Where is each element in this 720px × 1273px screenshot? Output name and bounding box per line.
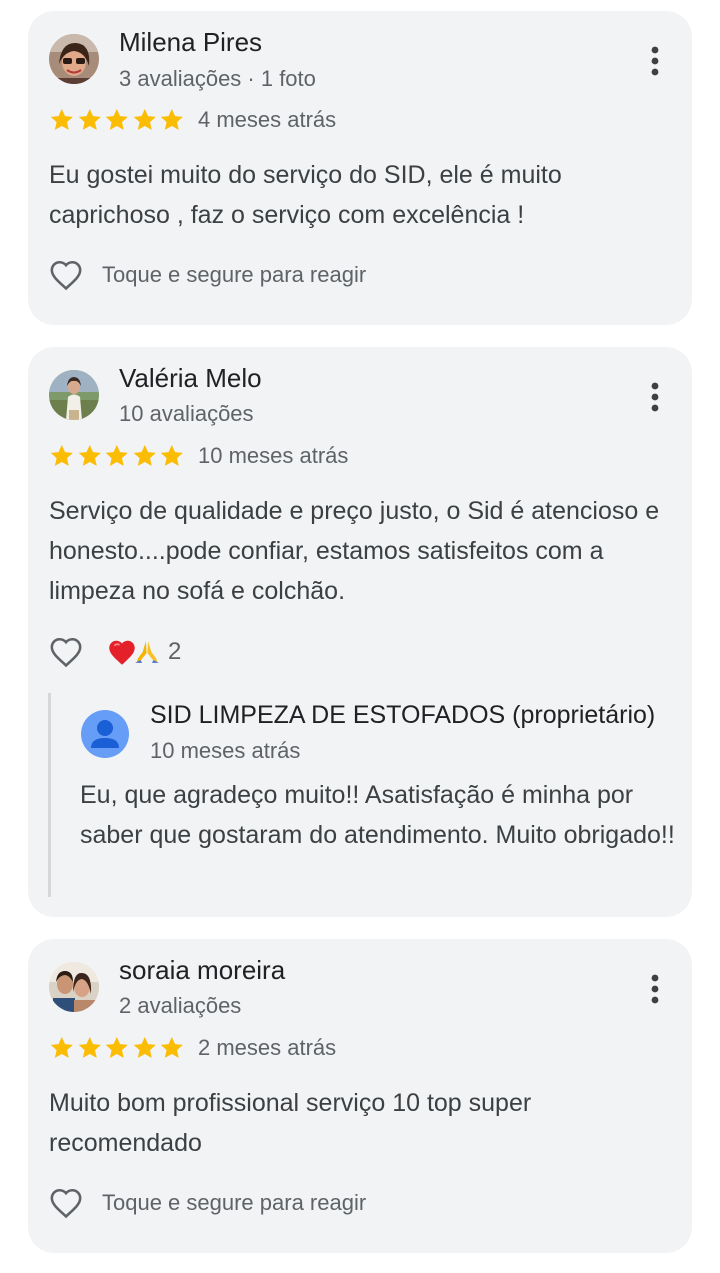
- more-vert-icon: [651, 382, 659, 412]
- review-text: Eu gostei muito do serviço do SID, ele é…: [49, 161, 562, 229]
- heart-outline-icon: [50, 637, 82, 668]
- review-text: Muito bom profissional serviço 10 top su…: [49, 1089, 532, 1157]
- reaction-row: Toque e segure para reagir: [48, 257, 366, 293]
- review-text: Serviço de qualidade e preço justo, o Si…: [49, 497, 660, 605]
- more-options-button[interactable]: [640, 967, 670, 1011]
- reaction-row: 2: [48, 634, 181, 670]
- star-rating: [48, 1035, 186, 1061]
- reviewer-avatar[interactable]: [49, 962, 99, 1012]
- star-icon: [161, 108, 184, 130]
- review-card: Valéria Melo 10 avaliações 10 meses atrá…: [28, 347, 692, 917]
- reviewer-meta: 3 avaliações · 1 foto: [119, 66, 316, 91]
- star-icon: [50, 108, 73, 130]
- review-card: soraia moreira 2 avaliações 2 meses atrá…: [28, 939, 692, 1253]
- star-icon: [161, 1036, 184, 1058]
- react-button[interactable]: [48, 634, 84, 670]
- star-icon: [78, 108, 101, 130]
- more-vert-icon: [651, 46, 659, 76]
- heart-outline-icon: [50, 260, 82, 291]
- star-icon: [50, 1036, 73, 1058]
- reviewer-meta: 10 avaliações: [119, 401, 254, 426]
- reviewer-avatar[interactable]: [49, 34, 99, 84]
- star-rating: [48, 443, 186, 469]
- owner-avatar: [81, 710, 129, 758]
- react-hint: Toque e segure para reagir: [102, 1190, 367, 1215]
- more-options-button[interactable]: [640, 375, 670, 419]
- star-icon: [78, 1036, 101, 1058]
- more-vert-icon: [651, 974, 659, 1004]
- reviewer-avatar[interactable]: [49, 370, 99, 420]
- react-hint: Toque e segure para reagir: [102, 262, 367, 287]
- reviewer-meta: 2 avaliações: [119, 993, 242, 1018]
- review-time: 2 meses atrás: [198, 1035, 337, 1060]
- owner-reply-time: 10 meses atrás: [150, 738, 301, 763]
- reviewer-name[interactable]: soraia moreira: [119, 955, 285, 986]
- star-icon: [105, 1036, 129, 1058]
- reviewer-name[interactable]: Valéria Melo: [119, 363, 262, 394]
- star-icon: [133, 444, 156, 466]
- folded-hands-icon: [135, 641, 159, 663]
- star-icon: [161, 444, 184, 466]
- owner-reply-text: Eu, que agradeço muito!! Asatisfação é m…: [80, 781, 675, 849]
- review-time: 4 meses atrás: [198, 107, 337, 132]
- star-icon: [78, 444, 101, 466]
- star-icon: [105, 108, 129, 130]
- star-icon: [105, 444, 129, 466]
- reaction-row: Toque e segure para reagir: [48, 1185, 366, 1221]
- star-icon: [133, 108, 156, 130]
- more-options-button[interactable]: [640, 39, 670, 83]
- heart-outline-icon: [50, 1188, 82, 1219]
- reaction-summary[interactable]: 2: [106, 638, 181, 666]
- owner-reply: SID LIMPEZA DE ESTOFADOS (proprietário) …: [48, 693, 698, 897]
- star-icon: [50, 444, 73, 466]
- reviewer-name[interactable]: Milena Pires: [119, 27, 262, 58]
- react-button[interactable]: [48, 1185, 84, 1221]
- react-button[interactable]: [48, 257, 84, 293]
- reaction-count: 2: [168, 638, 182, 665]
- star-rating: [48, 107, 186, 133]
- owner-name: SID LIMPEZA DE ESTOFADOS (proprietário): [150, 701, 656, 729]
- star-icon: [133, 1036, 156, 1058]
- review-time: 10 meses atrás: [198, 443, 349, 468]
- review-card: Milena Pires 3 avaliações · 1 foto 4 mes…: [28, 11, 692, 325]
